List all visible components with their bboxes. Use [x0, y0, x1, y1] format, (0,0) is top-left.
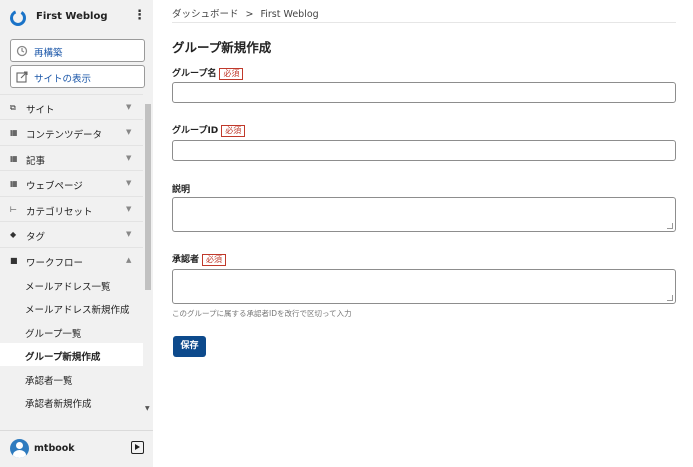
sidebar-item-content-data[interactable]: ▦ コンテンツデータ ▼ — [0, 119, 143, 144]
site-title[interactable]: First Weblog — [36, 11, 107, 22]
view-site-button[interactable]: サイトの表示 — [10, 65, 145, 88]
webpage-icon: ▦ — [10, 179, 18, 188]
category-set-icon: ⊢ — [10, 205, 17, 214]
sidebar-subitem-email-new[interactable]: メールアドレス新規作成 — [0, 296, 143, 319]
avatar[interactable] — [10, 439, 29, 458]
sidebar-header: First Weblog ⋮ — [0, 0, 153, 36]
rebuild-button[interactable]: 再構築 — [10, 39, 145, 62]
rebuild-icon — [16, 45, 28, 57]
avatar-head — [16, 442, 23, 449]
sidebar-subitem-approver-new[interactable]: 承認者新規作成 — [0, 390, 143, 413]
chevron-down-icon: ▼ — [126, 103, 132, 111]
rebuild-button-label: 再構築 — [34, 48, 63, 59]
sidebar-subitem-email-list[interactable]: メールアドレス一覧 — [0, 273, 143, 296]
sidebar-item-category-sets[interactable]: ⊢ カテゴリセット ▼ — [0, 196, 143, 221]
view-site-button-label: サイトの表示 — [34, 74, 92, 85]
sidebar-subitem-approver-list[interactable]: 承認者一覧 — [0, 367, 143, 390]
sidebar-subitem-label: メールアドレス新規作成 — [25, 305, 130, 316]
avatar-body — [13, 450, 26, 458]
chevron-down-icon: ▼ — [126, 179, 132, 187]
resize-handle-icon[interactable] — [667, 223, 673, 229]
movable-type-logo-icon — [10, 10, 26, 26]
chevron-down-icon: ▼ — [126, 154, 132, 162]
save-button[interactable]: 保存 — [173, 336, 206, 357]
sidebar-subitem-label: メールアドレス一覧 — [25, 282, 111, 293]
sidebar-subitem-label: グループ新規作成 — [25, 352, 101, 363]
group-id-input[interactable] — [172, 140, 676, 161]
breadcrumb: ダッシュボード > First Weblog — [172, 6, 319, 20]
chevron-down-icon: ▼ — [126, 128, 132, 136]
sidebar-item-label: ウェブページ — [26, 181, 83, 192]
breadcrumb-separator: > — [245, 9, 254, 20]
sidebar-footer: mtbook — [0, 430, 153, 467]
sidebar-item-label: カテゴリセット — [26, 207, 93, 218]
approver-hint: このグループに属する承認者IDを改行で区切って入力 — [172, 309, 352, 318]
username[interactable]: mtbook — [34, 443, 75, 454]
sidebar-item-label: コンテンツデータ — [26, 130, 103, 141]
sidebar-item-webpages[interactable]: ▦ ウェブページ ▼ — [0, 170, 143, 195]
group-name-input[interactable] — [172, 82, 676, 103]
sidebar-item-label: サイト — [26, 105, 55, 116]
description-textarea[interactable] — [172, 197, 676, 232]
required-badge: 必須 — [221, 125, 246, 137]
sidebar-subitem-group-new[interactable]: グループ新規作成 — [0, 343, 143, 366]
approver-label-text: 承認者 — [172, 255, 200, 265]
sidebar-subitem-label: 承認者新規作成 — [25, 399, 92, 410]
description-label-text: 説明 — [172, 185, 191, 195]
resize-handle-icon[interactable] — [667, 295, 673, 301]
play-icon[interactable] — [131, 441, 144, 454]
required-badge: 必須 — [219, 68, 244, 80]
chevron-down-icon: ▼ — [126, 230, 132, 238]
page-title: グループ新規作成 — [172, 40, 272, 55]
approver-textarea[interactable] — [172, 269, 676, 304]
breadcrumb-divider — [172, 22, 676, 23]
scroll-down-arrow-icon[interactable]: ▼ — [145, 405, 150, 412]
group-name-label: グループ名 必須 — [172, 66, 244, 80]
sidebar-scrollbar[interactable]: ▼ — [143, 94, 153, 418]
sidebar-item-label: タグ — [26, 232, 46, 243]
sidebar-subitem-label: グループ一覧 — [25, 329, 82, 340]
site-icon: ⧉ — [10, 103, 16, 112]
sidebar-item-tags[interactable]: ◆ タグ ▼ — [0, 221, 143, 246]
external-view-icon — [16, 71, 28, 83]
group-id-label-text: グループID — [172, 126, 219, 136]
approver-label: 承認者 必須 — [172, 252, 227, 266]
sidebar-item-entries[interactable]: ▦ 記事 ▼ — [0, 145, 143, 170]
sidebar: First Weblog ⋮ 再構築 サイトの表示 ⧉ サイト ▼ ▦ コンテン… — [0, 0, 153, 467]
sidebar-item-label: 記事 — [26, 156, 46, 167]
group-id-label: グループID 必須 — [172, 123, 246, 137]
chevron-down-icon: ▼ — [126, 205, 132, 213]
sidebar-subitem-group-list[interactable]: グループ一覧 — [0, 320, 143, 343]
group-name-label-text: グループ名 — [172, 69, 217, 79]
sidebar-subitem-label: 承認者一覧 — [25, 376, 73, 387]
chevron-up-icon: ▲ — [126, 256, 132, 264]
sidebar-item-workflow[interactable]: ■ ワークフロー ▲ — [0, 247, 143, 272]
scrollbar-thumb[interactable] — [145, 104, 151, 290]
description-label: 説明 — [172, 182, 190, 195]
sidebar-item-site[interactable]: ⧉ サイト ▼ — [0, 94, 143, 119]
content-data-icon: ▦ — [10, 128, 18, 137]
breadcrumb-dashboard[interactable]: ダッシュボード — [172, 9, 239, 20]
tag-icon: ◆ — [10, 230, 17, 239]
entry-icon: ▦ — [10, 154, 18, 163]
required-badge: 必須 — [202, 254, 227, 266]
workflow-icon: ■ — [10, 256, 18, 265]
breadcrumb-current[interactable]: First Weblog — [260, 9, 318, 20]
more-menu-icon[interactable]: ⋮ — [133, 9, 146, 22]
sidebar-item-label: ワークフロー — [26, 258, 84, 269]
